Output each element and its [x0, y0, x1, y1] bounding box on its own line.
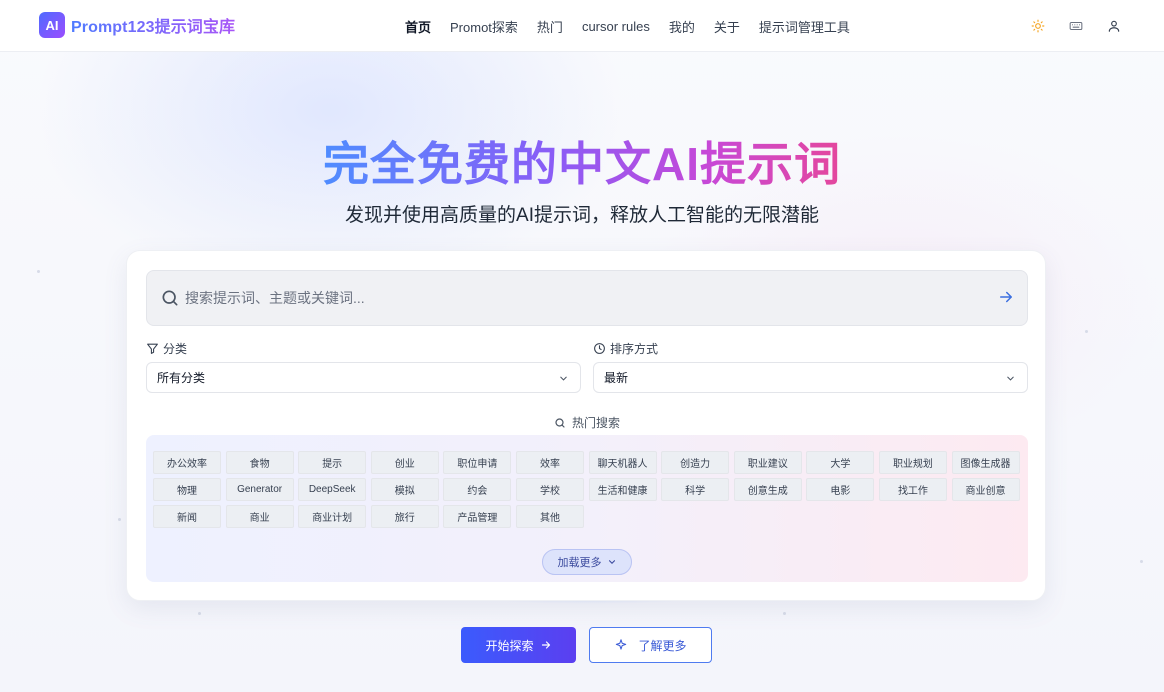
main-nav: 首页 Promot探索 热门 cursor rules 我的 关于 提示词管理工…: [405, 0, 869, 52]
sparkle-icon: [616, 639, 627, 650]
nav-popular[interactable]: 热门: [537, 17, 563, 36]
hot-tag[interactable]: 产品管理: [443, 505, 512, 528]
hot-tag[interactable]: 学校: [515, 478, 584, 501]
hot-tag[interactable]: 商业: [225, 505, 294, 528]
hot-tag[interactable]: 图像生成器: [951, 451, 1020, 474]
search-submit-arrow-icon[interactable]: [997, 288, 1015, 310]
chevron-down-icon: [608, 560, 615, 565]
search-bar: [146, 270, 1028, 326]
user-icon[interactable]: [1104, 16, 1124, 36]
hot-tags-panel: 办公效率 食物 提示 创业 职位申请 效率 聊天机器人 创造力 职业建议 大学 职业规划 图像生成器物…: [146, 435, 1028, 582]
nav-explore[interactable]: Promot探索: [450, 17, 518, 36]
hot-tag[interactable]: 创意生成: [733, 478, 802, 501]
hot-tag[interactable]: 约会: [443, 478, 512, 501]
hot-tag[interactable]: 职业建议: [733, 451, 802, 474]
nav-mine[interactable]: 我的: [669, 17, 695, 36]
background-dot: [198, 612, 201, 615]
chevron-down-icon: [1007, 376, 1014, 381]
sort-label-text: 排序方式: [610, 342, 659, 356]
search-card: 分类 所有分类 排序方式 最新 热门搜索 办公效率食物提示创业职位申请效率聊天机…: [126, 250, 1046, 601]
hot-tag[interactable]: 找工作: [878, 478, 947, 501]
top-navbar: AI Prompt123提示词宝库 首页 Promot探索 热门 cursor …: [0, 0, 1164, 52]
search-icon: [160, 288, 180, 312]
hot-tag[interactable]: DeepSeek: [298, 478, 367, 501]
hot-tag[interactable]: 新闻: [153, 505, 221, 528]
filter-icon: [147, 343, 158, 354]
sort-filter-label: 排序方式: [593, 340, 658, 357]
search-input[interactable]: [185, 271, 985, 325]
hot-tag[interactable]: 旅行: [370, 505, 439, 528]
background-dot: [1140, 560, 1143, 563]
hot-tag[interactable]: 创造力: [661, 451, 730, 474]
hot-tag[interactable]: 商业计划: [298, 505, 367, 528]
sort-select[interactable]: 最新: [593, 362, 1028, 393]
start-explore-button[interactable]: 开始探索: [461, 627, 576, 663]
hot-search-heading: 热门搜索: [127, 414, 1047, 431]
chevron-down-icon: [560, 376, 567, 381]
category-select-value: 所有分类: [157, 371, 206, 385]
hot-tag[interactable]: 办公效率: [153, 451, 221, 474]
brand-logo[interactable]: AI Prompt123提示词宝库: [39, 12, 235, 38]
hot-tag[interactable]: 食物: [225, 451, 294, 474]
category-filter-label: 分类: [146, 340, 187, 357]
sort-select-value: 最新: [604, 371, 629, 385]
hot-tag[interactable]: 模拟: [370, 478, 439, 501]
start-explore-label: 开始探索: [485, 638, 534, 653]
arrow-right-icon: [541, 641, 550, 649]
hot-tag[interactable]: 商业创意: [951, 478, 1020, 501]
load-more-label: 加载更多: [557, 557, 602, 569]
search-icon: [555, 417, 565, 428]
hot-tag[interactable]: 科学: [661, 478, 730, 501]
hot-search-title: 热门搜索: [571, 416, 620, 430]
nav-home[interactable]: 首页: [405, 17, 431, 36]
background-dot: [783, 612, 786, 615]
hot-tag[interactable]: 物理: [153, 478, 221, 501]
background-dot: [1085, 330, 1088, 333]
background-dot: [118, 518, 121, 521]
background-dot: [37, 270, 40, 273]
category-select[interactable]: 所有分类: [146, 362, 581, 393]
logo-badge: AI: [39, 12, 65, 38]
hot-tag[interactable]: 提示: [298, 451, 367, 474]
nav-prompt-manager[interactable]: 提示词管理工具: [759, 17, 850, 36]
keyboard-icon[interactable]: [1066, 16, 1086, 36]
hot-tag[interactable]: 职业规划: [878, 451, 947, 474]
hot-tag[interactable]: 生活和健康: [588, 478, 657, 501]
clock-icon: [594, 343, 605, 354]
hot-tags-grid: 办公效率 食物 提示 创业 职位申请 效率 聊天机器人 创造力 职业建议 大学 职业规划 图像生成器物…: [153, 451, 1023, 532]
hero-subtitle: 发现并使用高质量的AI提示词，释放人工智能的无限潜能: [345, 205, 819, 226]
nav-cursor-rules[interactable]: cursor rules: [582, 19, 650, 34]
sun-icon[interactable]: [1028, 16, 1048, 36]
hot-tag[interactable]: Generator: [225, 478, 294, 501]
load-more-button[interactable]: 加载更多: [542, 549, 632, 575]
header-actions: [1010, 16, 1124, 36]
hero-title: 完全免费的中文AI提示词: [323, 138, 841, 190]
nav-about[interactable]: 关于: [714, 17, 740, 36]
hot-tag[interactable]: 其他: [515, 505, 584, 528]
learn-more-button[interactable]: 了解更多: [589, 627, 712, 663]
hot-tag[interactable]: 创业: [370, 451, 439, 474]
hot-tag[interactable]: 聊天机器人: [588, 451, 657, 474]
hot-tag[interactable]: 效率: [515, 451, 584, 474]
category-label-text: 分类: [163, 342, 188, 356]
learn-more-label: 了解更多: [638, 638, 687, 653]
brand-name: Prompt123提示词宝库: [71, 13, 235, 37]
hot-tag[interactable]: 大学: [806, 451, 875, 474]
hot-tag[interactable]: 职位申请: [443, 451, 512, 474]
hot-tag[interactable]: 电影: [806, 478, 875, 501]
